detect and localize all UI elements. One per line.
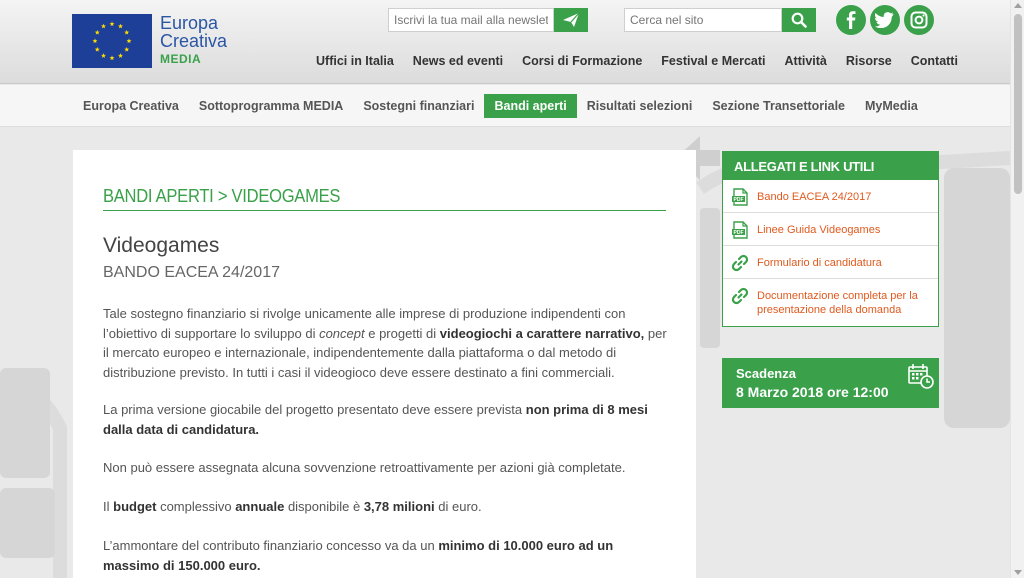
deadline-value: 8 Marzo 2018 ore 12:00 (736, 384, 889, 400)
attachment-link-formulario[interactable]: Formulario di candidatura (723, 246, 938, 279)
scroll-up-arrow-icon[interactable] (1014, 3, 1022, 8)
topnav-risorse[interactable]: Risorse (846, 54, 892, 68)
page-title: Videogames (103, 234, 220, 257)
main-content: BANDI APERTI > VIDEOGAMES Videogames BAN… (73, 150, 696, 578)
eu-star-icon (101, 53, 106, 58)
eu-star-icon (109, 55, 115, 61)
eu-star-icon (118, 23, 123, 29)
attachment-link-bando[interactable]: PDF Bando EACEA 24/2017 (723, 180, 938, 213)
pdf-icon: PDF (732, 188, 748, 206)
logo-text: Europa Creativa MEDIA (160, 14, 227, 68)
twitter-icon (875, 12, 894, 28)
nav-risultati-selezioni[interactable]: Risultati selezioni (577, 94, 703, 118)
logo-line2: Creativa (160, 31, 228, 51)
topnav-corsi[interactable]: Corsi di Formazione (522, 54, 642, 68)
paragraph-playable-version: La prima versione giocabile del progetto… (103, 402, 648, 437)
paragraph-description: Tale sostegno finanziario si rivolge uni… (103, 306, 667, 380)
link-icon (731, 287, 749, 305)
pdf-icon: PDF (732, 221, 748, 239)
scroll-down-arrow-icon[interactable] (1014, 570, 1022, 575)
topnav-uffici[interactable]: Uffici in Italia (316, 54, 394, 68)
send-icon (563, 12, 580, 27)
calendar-clock-icon (908, 364, 934, 389)
logo-line3: MEDIA (160, 52, 202, 66)
eu-star-icon (92, 38, 98, 44)
search-input[interactable] (624, 8, 782, 32)
logo-line1: Europa (160, 13, 219, 33)
newsletter-form (388, 8, 588, 32)
newsletter-email-input[interactable] (388, 8, 554, 32)
nav-sezione-transettoriale[interactable]: Sezione Transettoriale (702, 94, 855, 118)
eu-star-icon (101, 23, 106, 29)
nav-sostegni-finanziari[interactable]: Sostegni finanziari (353, 94, 484, 118)
topnav-festival[interactable]: Festival e Mercati (661, 54, 765, 68)
paragraph-budget: Il budget complessivo annuale disponibil… (103, 499, 482, 514)
paragraph-contribution: L’ammontare del contributo finanziario c… (103, 538, 614, 573)
search-icon (791, 12, 807, 28)
page-subtitle: BANDO EACEA 24/2017 (103, 264, 280, 281)
instagram-icon (910, 11, 928, 29)
paragraph-retroactive: Non può essere assegnata alcuna sovvenzi… (103, 460, 626, 475)
svg-text:PDF: PDF (734, 230, 744, 236)
eu-star-icon (118, 53, 123, 58)
site-header: Europa Creativa MEDIA Uffici in Italia N… (0, 0, 1010, 84)
top-navigation: Uffici in Italia News ed eventi Corsi di… (316, 54, 958, 68)
scrollbar-thumb[interactable] (1014, 14, 1022, 194)
eu-star-icon (124, 46, 130, 52)
attachment-link-linee-guida[interactable]: PDF Linee Guida Videogames (723, 213, 938, 246)
deadline-box: Scadenza 8 Marzo 2018 ore 12:00 (722, 358, 939, 408)
facebook-icon (846, 11, 856, 29)
topnav-attivita[interactable]: Attività (785, 54, 827, 68)
main-navigation: Europa Creativa Sottoprogramma MEDIA Sos… (0, 85, 1010, 127)
twitter-link[interactable] (870, 5, 900, 35)
nav-europa-creativa[interactable]: Europa Creativa (73, 94, 189, 118)
svg-text:PDF: PDF (734, 197, 744, 203)
nav-bandi-aperti[interactable]: Bandi aperti (484, 94, 577, 118)
instagram-link[interactable] (904, 5, 934, 35)
deadline-label: Scadenza (736, 366, 796, 381)
topnav-news[interactable]: News ed eventi (413, 54, 503, 68)
attachments-box: ALLEGATI E LINK UTILI PDF Bando EACEA 24… (722, 151, 939, 327)
europa-creativa-logo[interactable]: Europa Creativa MEDIA (72, 14, 232, 68)
eu-star-icon (94, 46, 100, 52)
nav-sottoprogramma-media[interactable]: Sottoprogramma MEDIA (189, 94, 353, 118)
link-icon (731, 254, 749, 272)
page-scrollbar[interactable] (1010, 0, 1024, 578)
search-button[interactable] (782, 8, 816, 32)
attachment-link-documentazione[interactable]: Documentazione completa per la presentaz… (723, 279, 938, 327)
topnav-contatti[interactable]: Contatti (911, 54, 958, 68)
breadcrumb-divider (103, 210, 666, 211)
eu-star-icon (124, 29, 130, 35)
nav-mymedia[interactable]: MyMedia (855, 94, 928, 118)
newsletter-submit-button[interactable] (554, 8, 588, 32)
eu-flag-icon (72, 14, 152, 68)
eu-star-icon (94, 29, 100, 35)
facebook-link[interactable] (836, 5, 866, 35)
breadcrumb: BANDI APERTI > VIDEOGAMES (103, 186, 341, 206)
search-form (624, 8, 816, 32)
eu-star-icon (109, 21, 115, 27)
social-links (836, 5, 934, 35)
eu-star-icon (126, 38, 132, 44)
attachments-header: ALLEGATI E LINK UTILI (723, 152, 938, 180)
